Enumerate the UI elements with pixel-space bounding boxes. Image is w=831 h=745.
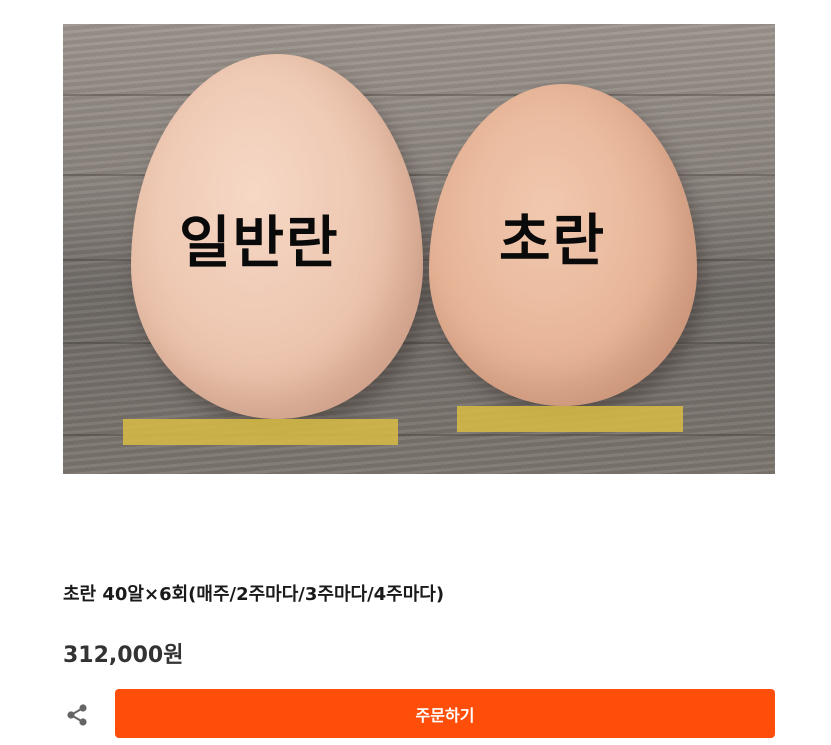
product-title: 초란 40알×6회(매주/2주마다/3주마다/4주마다) xyxy=(63,584,445,605)
small-egg-label: 초란 xyxy=(499,209,607,274)
regular-egg-label: 일반란 xyxy=(179,211,340,276)
product-price: 312,000원 xyxy=(63,643,184,668)
order-button[interactable]: 주문하기 xyxy=(115,689,775,738)
share-button[interactable] xyxy=(62,700,92,730)
product-image: 일반란 초란 xyxy=(63,24,775,474)
share-icon xyxy=(67,704,87,726)
tape-strip xyxy=(457,406,683,432)
tape-strip xyxy=(123,419,398,445)
